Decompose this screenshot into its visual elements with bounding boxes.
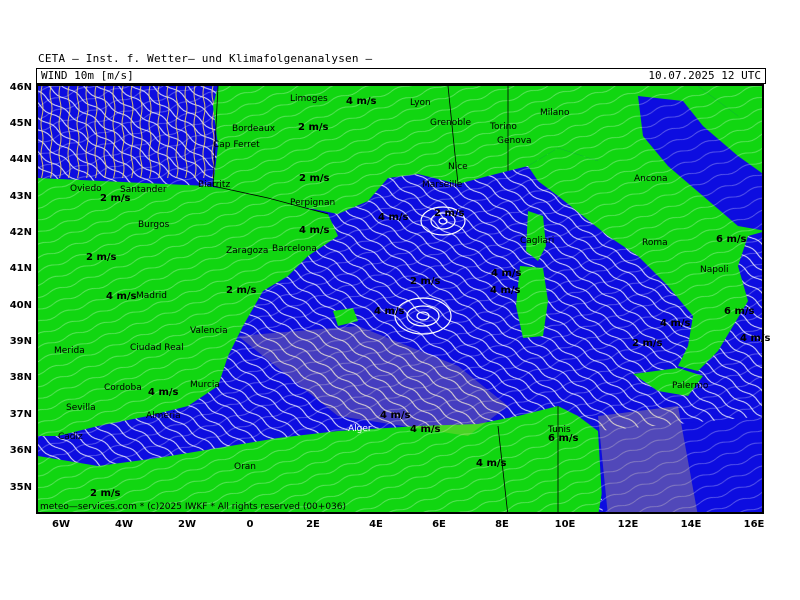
city-label: Merida (54, 346, 85, 356)
lon-label-10e: 10E (554, 519, 576, 530)
city-label: Bordeaux (232, 124, 276, 134)
lat-label-40n: 40N (9, 300, 32, 311)
city-label: Oviedo (70, 184, 102, 194)
city-label: Grenoble (430, 118, 471, 128)
lat-label-35n: 35N (9, 482, 32, 493)
wind-speed-label: 2 m/s (90, 488, 121, 499)
wind-speed-label: 2 m/s (410, 276, 441, 287)
city-label: Torino (490, 122, 517, 132)
wind-speed-label: 2 m/s (226, 285, 257, 296)
lat-label-44n: 44N (9, 154, 32, 165)
lat-label-42n: 42N (9, 227, 32, 238)
wind-speed-label: 2 m/s (298, 122, 329, 133)
city-label: Lyon (410, 98, 431, 108)
wind-speed-label: 2 m/s (299, 173, 330, 184)
wind-speed-label: 4 m/s (380, 410, 411, 421)
city-label: Ancona (634, 174, 668, 184)
city-label: Perpignan (290, 198, 336, 208)
wind-speed-label: 4 m/s (378, 212, 409, 223)
wind-speed-label: 4 m/s (660, 318, 691, 329)
city-label: Genova (497, 136, 532, 146)
wind-speed-label: 4 m/s (299, 225, 330, 236)
lon-label-4w: 4W (115, 519, 133, 530)
header-organization: CETA — Inst. f. Wetter— und Klimafolgena… (38, 52, 373, 65)
city-label: Valencia (190, 326, 228, 336)
lon-label-6w: 6W (52, 519, 70, 530)
city-label: Cagliari (520, 236, 555, 246)
city-label: Murcia (190, 380, 220, 390)
lon-label-4e: 4E (369, 519, 383, 530)
city-label: Barcelona (272, 244, 317, 254)
lat-label-37n: 37N (9, 409, 32, 420)
lat-label-39n: 39N (9, 336, 32, 347)
header-bar: WIND 10m [m/s] 10.07.2025 12 UTC (36, 68, 766, 84)
lat-label-38n: 38N (9, 372, 32, 383)
wind-speed-label: 4 m/s (148, 387, 179, 398)
lon-label-14e: 14E (680, 519, 702, 530)
city-label: Ciudad Real (130, 343, 184, 353)
field-label: WIND 10m [m/s] (41, 69, 134, 82)
wind-speed-label: 4 m/s (490, 285, 521, 296)
lon-label-8e: 8E (495, 519, 509, 530)
city-label: Cordoba (104, 383, 142, 393)
lat-label-41n: 41N (9, 263, 32, 274)
wind-speed-label: 6 m/s (548, 433, 579, 444)
wind-speed-label: 2 m/s (100, 193, 131, 204)
lat-label-45n: 45N (9, 118, 32, 129)
city-label: Limoges (290, 94, 328, 104)
wind-speed-label: 4 m/s (410, 424, 441, 435)
wind-speed-label: 2 m/s (434, 208, 465, 219)
wind-speed-label: 4 m/s (476, 458, 507, 469)
city-label: Madrid (136, 291, 167, 301)
city-label: Cap Ferret (213, 140, 260, 150)
lat-label-46n: 46N (9, 82, 32, 93)
lat-label-43n: 43N (9, 191, 32, 202)
city-label: Oran (234, 462, 257, 472)
city-label: Alger (348, 424, 372, 434)
datetime-label: 10.07.2025 12 UTC (648, 69, 761, 82)
wind-speed-label: 4 m/s (491, 268, 522, 279)
lon-label-16e: 16E (743, 519, 765, 530)
wind-speed-label: 4 m/s (740, 333, 771, 344)
lon-label-12e: 12E (617, 519, 639, 530)
city-label: Cadiz (58, 432, 83, 442)
wind-speed-label: 4 m/s (106, 291, 137, 302)
lon-label-0: 0 (246, 519, 254, 530)
wind-speed-label: 2 m/s (86, 252, 117, 263)
lon-label-2w: 2W (178, 519, 196, 530)
city-label: Marseille (422, 180, 463, 190)
city-label: Roma (642, 238, 668, 248)
city-label: Sevilla (66, 403, 96, 413)
city-label: Milano (540, 108, 570, 118)
city-label: Napoli (700, 265, 729, 275)
wind-speed-label: 4 m/s (374, 306, 405, 317)
lat-label-36n: 36N (9, 445, 32, 456)
wind-speed-label: 4 m/s (346, 96, 377, 107)
wind-speed-label: 6 m/s (724, 306, 755, 317)
wind-speed-label: 2 m/s (632, 338, 663, 349)
wind-speed-label: 6 m/s (716, 234, 747, 245)
lon-label-6e: 6E (432, 519, 446, 530)
copyright-footer: meteo—services.com * (c)2025 IWKF * All … (40, 502, 347, 512)
lon-label-2e: 2E (306, 519, 320, 530)
city-label: Nice (448, 162, 468, 172)
city-label: Biarritz (198, 180, 231, 190)
city-label: Zaragoza (226, 246, 269, 256)
city-label: Burgos (138, 220, 170, 230)
city-label: Almeria (146, 411, 181, 421)
city-label: Palermo (672, 381, 709, 391)
